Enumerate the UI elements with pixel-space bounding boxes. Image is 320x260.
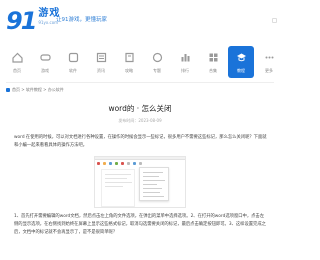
nav-item-label: 游戏 bbox=[41, 68, 49, 73]
logo-number: 91 bbox=[6, 7, 37, 35]
menu-line bbox=[143, 196, 164, 197]
nav-item-rank[interactable]: 排行 bbox=[172, 47, 198, 77]
toolbar-icon bbox=[109, 162, 112, 165]
news-icon bbox=[96, 52, 106, 63]
text-line bbox=[105, 178, 127, 179]
nav-item-label: 软件 bbox=[69, 68, 77, 73]
rank-icon bbox=[181, 54, 189, 62]
nav-item-guide[interactable]: 攻略 bbox=[116, 47, 142, 77]
nav-item-news[interactable]: 资讯 bbox=[88, 47, 114, 77]
text-line bbox=[105, 174, 131, 175]
article-title: word的 · 怎么关闭 bbox=[108, 104, 172, 113]
nav-item-label: 首页 bbox=[13, 68, 21, 73]
nav-item-collection[interactable]: 合集 bbox=[200, 47, 226, 77]
nav-item-more[interactable]: 更多 bbox=[256, 47, 282, 77]
menu-line bbox=[143, 192, 160, 193]
home-icon bbox=[11, 52, 23, 63]
toolbar-icon bbox=[103, 162, 106, 165]
nav-item-label: 更多 bbox=[265, 68, 273, 73]
software-icon bbox=[68, 52, 78, 63]
site-slogan: 让91游戏，更懂玩家 bbox=[56, 17, 107, 23]
nav-divider bbox=[6, 82, 274, 83]
nav-item-label: 资讯 bbox=[97, 68, 105, 73]
nav-item-game[interactable]: 游戏 bbox=[32, 47, 58, 77]
nav-item-home[interactable]: 首页 bbox=[4, 47, 30, 77]
nav-item-label: 排行 bbox=[181, 68, 189, 73]
window-corner-icon bbox=[272, 18, 277, 23]
site-logo[interactable]: 91 游戏 91yx.com bbox=[6, 8, 60, 36]
toolbar-icon bbox=[97, 162, 100, 165]
nav-item-software[interactable]: 软件 bbox=[60, 47, 86, 77]
text-line bbox=[105, 182, 132, 183]
breadcrumb[interactable]: 首页 > 软件教程 > 办公软件 bbox=[6, 87, 64, 93]
toolbar-icon bbox=[121, 162, 124, 165]
nav-item-label: 合集 bbox=[209, 68, 217, 73]
menu-line bbox=[143, 180, 165, 181]
home-icon bbox=[6, 88, 10, 92]
nav-item-label: 攻略 bbox=[125, 68, 133, 73]
menu-line bbox=[143, 172, 163, 173]
nav-item-tutorial[interactable]: 教程 bbox=[228, 46, 254, 78]
article-meta: 发布时间：2023-08-09 bbox=[118, 118, 162, 123]
collection-icon bbox=[209, 53, 217, 62]
breadcrumb-text: 首页 > 软件教程 > 办公软件 bbox=[12, 87, 64, 92]
article-paragraph: 1、首先打开需要编辑的word文档，然后点击左上角的文件选项，在弹出的菜单中选择… bbox=[14, 214, 266, 235]
menu-line bbox=[143, 176, 159, 177]
topic-icon bbox=[152, 52, 162, 63]
screenshot-dropdown-menu bbox=[139, 167, 169, 201]
guide-icon bbox=[124, 52, 134, 63]
screenshot-document bbox=[101, 169, 135, 207]
toolbar-icon bbox=[139, 162, 142, 165]
toolbar-icon bbox=[115, 162, 118, 165]
nav-item-topic[interactable]: 专题 bbox=[144, 47, 170, 77]
menu-line bbox=[143, 184, 157, 185]
tutorial-icon bbox=[236, 53, 246, 62]
article-screenshot bbox=[94, 156, 186, 208]
toolbar-icon bbox=[127, 162, 130, 165]
nav-item-label: 专题 bbox=[153, 68, 161, 73]
game-icon bbox=[39, 54, 51, 61]
main-nav: 首页 游戏 软件 资讯 攻略 专题 排行 合集 教程 更多 bbox=[0, 44, 280, 80]
screenshot-toolbar bbox=[97, 162, 185, 165]
more-icon bbox=[265, 56, 273, 59]
article-paragraph: word 在使用的时候，可以对文档进行各种设置，在操作的时候会显示一些标记，很多… bbox=[14, 135, 267, 148]
nav-item-label: 教程 bbox=[237, 68, 245, 73]
menu-line bbox=[143, 188, 162, 189]
screenshot-titlebar bbox=[95, 157, 185, 160]
toolbar-icon bbox=[133, 162, 136, 165]
text-line bbox=[105, 186, 123, 187]
site-header: 91 游戏 91yx.com 让91游戏，更懂玩家 bbox=[0, 0, 280, 42]
